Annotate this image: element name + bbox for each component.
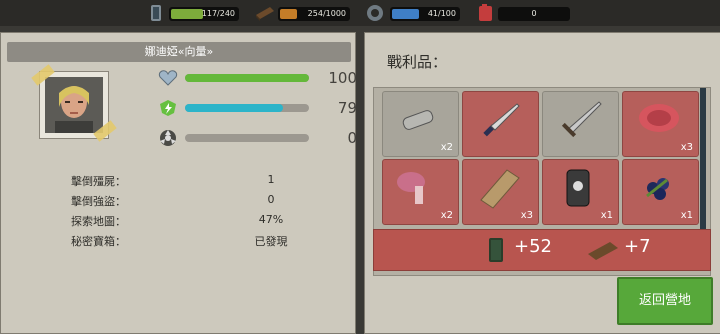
loot-slot-knife[interactable]	[462, 91, 539, 157]
gear-value: 41/100	[427, 9, 456, 18]
loot-count: x3	[680, 142, 693, 153]
record-label-chest: 秘密寶箱：	[71, 235, 126, 248]
loot-panel: 戰利品： x2 x3 x2 x3 x1 x1 +52 +7 返回營地	[364, 32, 720, 334]
avatar	[45, 77, 103, 133]
loot-count: x1	[600, 210, 613, 221]
fuel-bar: 0	[498, 7, 570, 21]
health-value: 100	[328, 69, 357, 87]
stat-radiation: 0	[157, 129, 357, 147]
loot-count: x2	[440, 142, 453, 153]
stat-health: 100	[157, 69, 357, 87]
record-label-bandits: 擊倒強盜：	[71, 195, 126, 208]
battery-icon	[151, 5, 161, 21]
loot-slot-pipe[interactable]: x2	[382, 91, 459, 157]
gear-bar: 41/100	[390, 7, 460, 21]
wood-value: 254/1000	[307, 9, 346, 18]
record-value-bandits: 0	[267, 193, 275, 206]
battery-bar: 117/240	[169, 7, 239, 21]
loot-slot-sword[interactable]	[542, 91, 619, 157]
battery-value: 117/240	[201, 9, 235, 18]
return-to-camp-button[interactable]: 返回營地	[617, 277, 713, 325]
record-value-explore: 47%	[258, 213, 284, 226]
character-portrait	[31, 64, 117, 142]
wood-bar: 254/1000	[278, 7, 350, 21]
berries-icon	[646, 178, 669, 200]
record-value-chest: 已發現	[254, 235, 288, 248]
loot-slot-plank[interactable]: x3	[462, 159, 539, 225]
energy-icon	[160, 100, 176, 116]
wood-plank-icon	[256, 7, 274, 21]
loot-slot-can[interactable]: x1	[542, 159, 619, 225]
plank-icon	[480, 169, 520, 209]
sword-icon	[561, 101, 602, 138]
ham-icon	[397, 172, 425, 204]
loot-count: x3	[520, 210, 533, 221]
wood-plank-icon	[588, 242, 618, 260]
record-label-zombies: 擊倒殭屍：	[71, 175, 126, 188]
battery-icon	[489, 238, 503, 262]
loot-summary: +52 +7	[373, 229, 711, 271]
record-label-explore: 探索地圖：	[71, 215, 126, 228]
character-panel: 娜迪婭«向量» 100 79 0 擊倒殭屍： 1 擊倒強盜： 0 探索地圖： 4…	[0, 32, 357, 334]
summary-wood-value: +7	[624, 236, 651, 257]
heart-icon	[158, 70, 178, 86]
loot-slot-meat[interactable]: x3	[622, 91, 699, 157]
loot-title: 戰利品：	[387, 53, 448, 71]
knife-icon	[483, 103, 520, 137]
top-resource-bar: 117/240 254/1000 41/100 0	[0, 0, 720, 26]
energy-value: 79	[337, 99, 357, 117]
stat-energy: 79	[157, 99, 357, 117]
summary-battery-value: +52	[514, 236, 552, 257]
fuel-can-icon	[479, 4, 492, 21]
pipe-icon	[402, 110, 434, 130]
gear-icon	[367, 5, 383, 21]
loot-slot-berries[interactable]: x1	[622, 159, 699, 225]
loot-count: x2	[440, 210, 453, 221]
fuel-value: 0	[531, 9, 537, 18]
record-value-zombies: 1	[267, 173, 275, 186]
radiation-icon	[160, 130, 176, 146]
loot-slot-ham[interactable]: x2	[382, 159, 459, 225]
can-icon	[566, 169, 590, 207]
character-name: 娜迪婭«向量»	[7, 42, 351, 62]
loot-scrollbar[interactable]	[700, 88, 706, 238]
radiation-value: 0	[347, 129, 357, 147]
loot-count: x1	[680, 210, 693, 221]
meat-icon	[639, 104, 679, 132]
